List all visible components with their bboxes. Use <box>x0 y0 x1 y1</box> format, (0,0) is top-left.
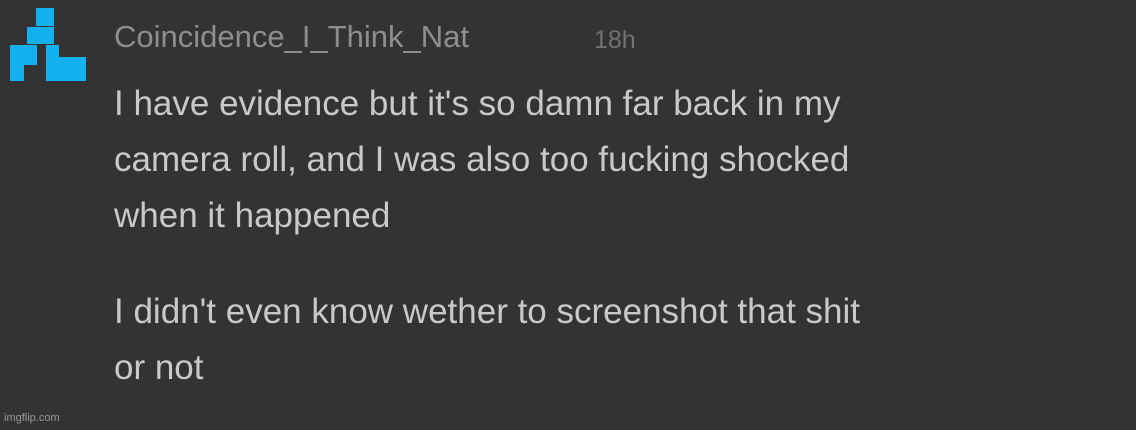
avatar[interactable] <box>10 8 86 84</box>
comment-line: I didn't even know wether to screenshot … <box>114 292 860 331</box>
watermark: imgflip.com <box>4 412 60 424</box>
username[interactable]: Coincidence_I_Think_Nat <box>114 17 469 57</box>
comment-line: when it happened <box>114 196 391 235</box>
comment-paragraph: I have evidence but it's so damn far bac… <box>114 76 1114 244</box>
comment-body: I have evidence but it's so damn far bac… <box>114 76 1114 396</box>
comment-screenshot: { "comment": { "avatar": { "icon": "pixe… <box>0 0 1136 430</box>
comment-line: I have evidence but it's so damn far bac… <box>114 84 841 123</box>
comment-paragraph: I didn't even know wether to screenshot … <box>114 284 1114 396</box>
pixel-avatar-icon <box>10 8 86 81</box>
comment-line: or not <box>114 348 204 387</box>
comment-timestamp: 18h <box>594 26 636 54</box>
comment-line: camera roll, and I was also too fucking … <box>114 140 850 179</box>
